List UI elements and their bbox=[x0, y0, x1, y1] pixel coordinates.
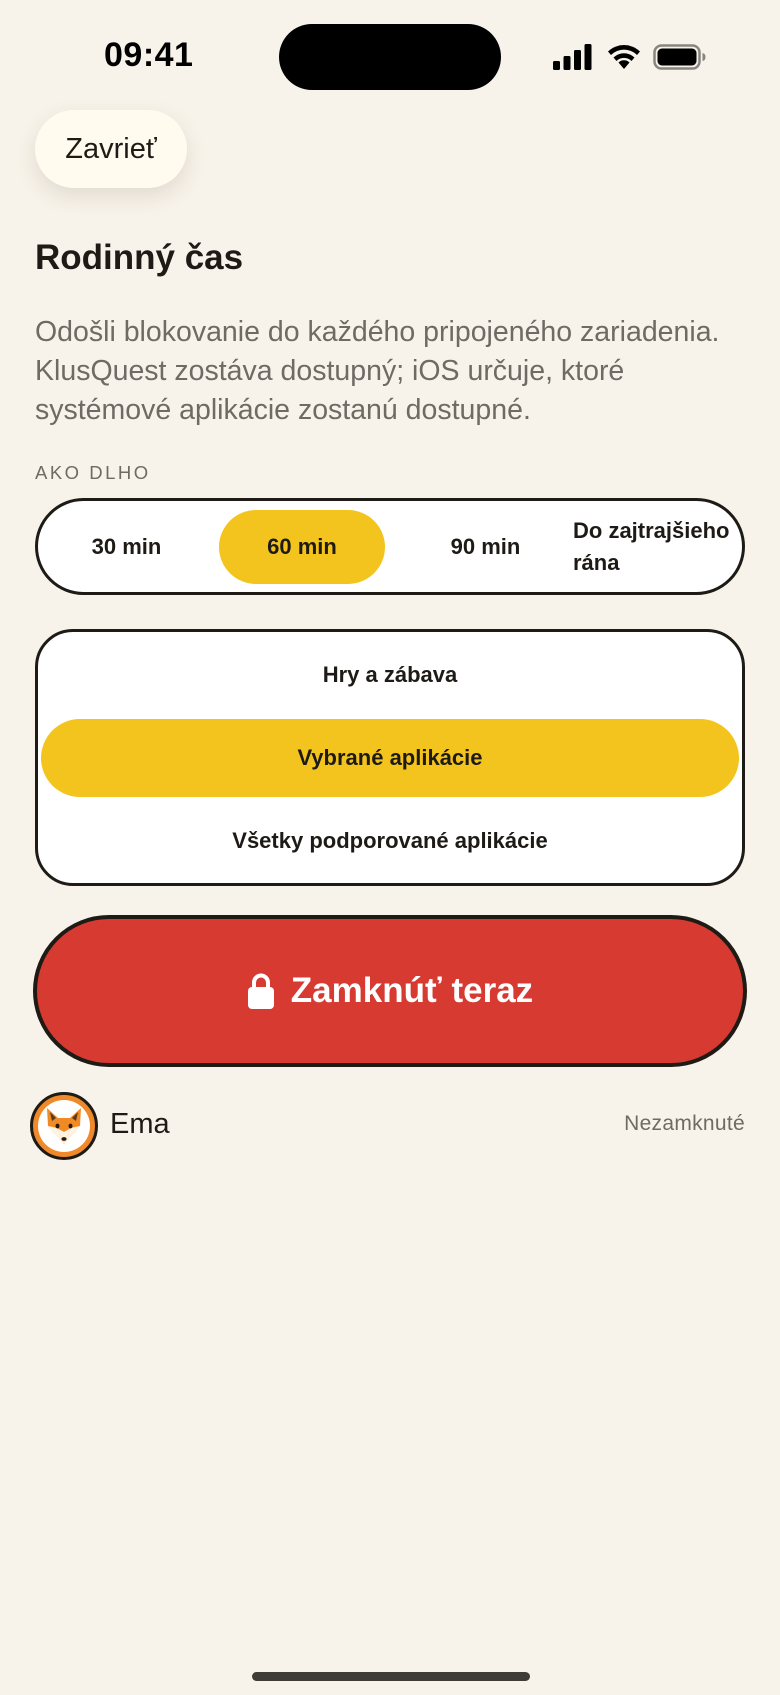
lock-now-button[interactable]: Zamknúť teraz bbox=[33, 915, 747, 1067]
cellular-signal-icon bbox=[553, 44, 592, 70]
lock-icon bbox=[247, 973, 274, 1009]
category-option-selected-apps[interactable]: Vybrané aplikácie bbox=[41, 719, 739, 797]
avatar bbox=[30, 1092, 98, 1160]
duration-option-60-min[interactable]: 60 min bbox=[219, 510, 385, 584]
child-row[interactable]: Ema Nezamknuté bbox=[30, 1092, 745, 1162]
page-title: Rodinný čas bbox=[35, 238, 244, 277]
status-time: 09:41 bbox=[104, 36, 194, 74]
app-category-selector: Hry a zábava Vybrané aplikácie Všetky po… bbox=[35, 629, 745, 886]
avatar-inner bbox=[38, 1100, 90, 1152]
lock-now-label: Zamknúť teraz bbox=[290, 971, 534, 1010]
child-lock-status: Nezamknuté bbox=[624, 1112, 745, 1135]
dynamic-island bbox=[279, 24, 501, 90]
duration-option-30-min[interactable]: 30 min bbox=[39, 510, 214, 584]
page-description: Odošli blokovanie do každého pripojeného… bbox=[35, 316, 720, 426]
home-indicator bbox=[252, 1672, 530, 1681]
duration-section-label: AKO DLHO bbox=[35, 462, 151, 483]
category-option-games[interactable]: Hry a zábava bbox=[41, 636, 739, 714]
duration-option-until-morning[interactable]: Do zajtrajšieho rána bbox=[573, 501, 743, 592]
wifi-icon bbox=[608, 45, 640, 69]
child-name: Ema bbox=[110, 1108, 170, 1140]
battery-icon bbox=[653, 44, 706, 70]
fox-icon bbox=[47, 1108, 81, 1144]
duration-option-90-min[interactable]: 90 min bbox=[398, 510, 573, 584]
status-bar: 09:41 bbox=[0, 0, 780, 110]
close-button[interactable]: Zavrieť bbox=[35, 110, 187, 188]
duration-segmented-control: 30 min 60 min 90 min Do zajtrajšieho rán… bbox=[35, 498, 745, 595]
category-option-all-apps[interactable]: Všetky podporované aplikácie bbox=[41, 802, 739, 880]
